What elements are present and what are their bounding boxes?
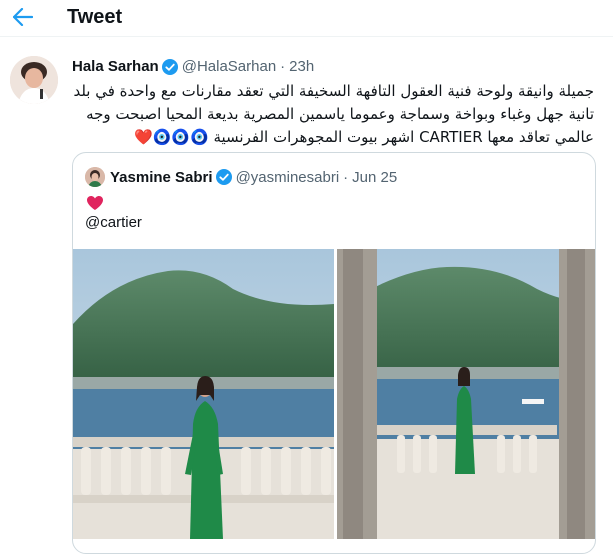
quoted-date: Jun 25 (352, 168, 398, 186)
arrow-left-icon (13, 8, 33, 26)
quoted-avatar (85, 167, 105, 187)
photo-lake-terrace[interactable] (73, 249, 334, 539)
quoted-mention: @cartier (85, 214, 142, 231)
author-handle[interactable]: @HalaSarhan (182, 58, 276, 75)
quoted-author-name: Yasmine Sabri (110, 168, 213, 186)
back-button[interactable] (10, 5, 36, 29)
verified-badge-icon (215, 169, 232, 185)
heart-icon (86, 195, 104, 211)
separator: · (343, 168, 349, 186)
separator: · (280, 58, 286, 75)
tweet-emoji: ❤️🧿🧿🧿 (133, 128, 209, 146)
quoted-author-line: Yasmine Sabri @yasminesabri · Jun 25 (85, 167, 397, 187)
photo-lake-columns[interactable] (337, 249, 595, 539)
tweet-time[interactable]: 23h (289, 58, 314, 75)
tweet-text: جميلة وانيقة ولوحة فنية العقول التافهة ا… (72, 80, 594, 149)
avatar[interactable] (10, 56, 58, 104)
quoted-tweet[interactable]: Yasmine Sabri @yasminesabri · Jun 25 @ca… (72, 152, 596, 554)
page-title: Tweet (67, 6, 123, 28)
author-name[interactable]: Hala Sarhan (72, 58, 159, 75)
verified-badge-icon (161, 58, 178, 75)
top-bar: Tweet (0, 0, 613, 37)
quoted-author-handle: @yasminesabri (235, 168, 340, 186)
tweet-author-line: Hala Sarhan @HalaSarhan · 23h (72, 58, 314, 75)
